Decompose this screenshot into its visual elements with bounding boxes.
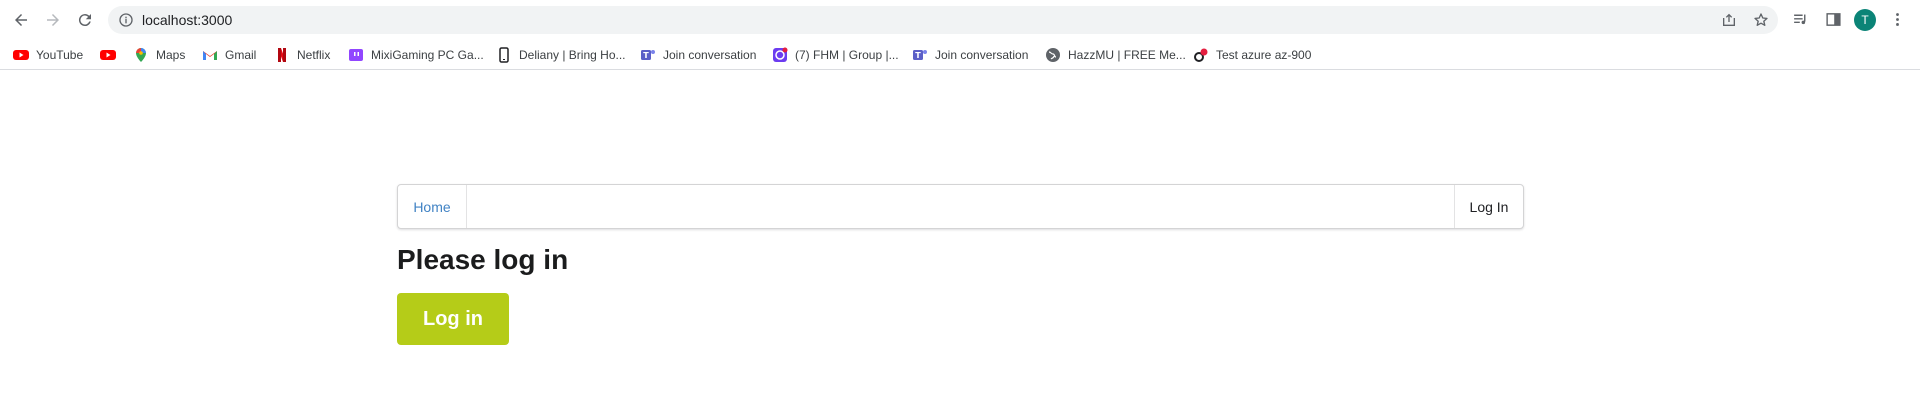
bookmark-fhm-group[interactable]: (7) FHM | Group |... [772, 44, 899, 66]
bookmark-label: HazzMU | FREE Me... [1068, 48, 1186, 62]
info-icon [119, 13, 133, 27]
twitch-icon [348, 47, 364, 63]
bookmark-netflix[interactable]: Netflix [274, 44, 330, 66]
bookmark-label: Join conversation [935, 48, 1029, 62]
bookmark-test-azure[interactable]: Test azure az-900 [1193, 44, 1311, 66]
menu-button[interactable] [1886, 8, 1908, 30]
arrow-left-icon [15, 14, 27, 26]
svg-text:T: T [915, 51, 921, 60]
bookmark-mixigaming[interactable]: MixiGaming PC Ga... [348, 44, 484, 66]
bookmark-label: Join conversation [663, 48, 757, 62]
browser-toolbar: localhost:3000 T [0, 0, 1920, 40]
media-control-button[interactable] [1789, 8, 1811, 30]
share-icon [1723, 13, 1735, 26]
bookmark-label: Deliany | Bring Ho... [519, 48, 626, 62]
bookmark-label: MixiGaming PC Ga... [371, 48, 484, 62]
netflix-icon [274, 47, 290, 63]
svg-text:T: T [643, 51, 649, 60]
login-menu-link[interactable]: Log In [1454, 185, 1523, 228]
page-menu: Home Log In [397, 184, 1524, 229]
phone-icon [496, 47, 512, 63]
bookmark-label: YouTube [36, 48, 84, 62]
bookmark-youtube-2[interactable] [100, 44, 116, 66]
page-title: Please log in [397, 244, 569, 275]
share-button[interactable] [1719, 10, 1739, 30]
bookmark-label: Test azure az-900 [1216, 48, 1312, 62]
side-panel-icon [1825, 12, 1841, 26]
address-bar[interactable]: localhost:3000 [108, 6, 1778, 34]
bookmark-star-button[interactable] [1751, 10, 1771, 30]
url-text: localhost:3000 [142, 12, 233, 28]
bookmark-label: Netflix [297, 48, 331, 62]
gmail-icon [202, 47, 218, 63]
bookmark-hazzmu[interactable]: HazzMU | FREE Me... [1045, 44, 1186, 66]
youtube-icon [100, 47, 116, 63]
side-panel-button[interactable] [1822, 8, 1844, 30]
bookmark-maps[interactable]: Maps [133, 44, 185, 66]
reload-button[interactable] [70, 5, 100, 35]
youtube-icon [13, 47, 29, 63]
bookmarks-bar: YouTube Maps Gmail Netflix MixiGaming PC… [0, 40, 1920, 70]
back-button[interactable] [6, 5, 36, 35]
bookmark-gmail[interactable]: Gmail [202, 44, 256, 66]
forward-button[interactable] [38, 5, 68, 35]
reload-icon [78, 14, 91, 27]
avatar-initial: T [1861, 13, 1869, 27]
maps-pin-icon [133, 47, 149, 63]
bookmark-label: Maps [156, 48, 186, 62]
bookmark-join-conversation[interactable]: T Join conversation [640, 44, 756, 66]
home-link[interactable]: Home [398, 185, 467, 228]
bookmark-join-conversation-2[interactable]: T Join conversation [912, 44, 1028, 66]
profile-avatar[interactable]: T [1854, 9, 1876, 31]
playlist-icon [1793, 14, 1805, 24]
bookmark-label: Gmail [225, 48, 257, 62]
quizlet-icon [1193, 47, 1209, 63]
messenger-icon [772, 47, 788, 63]
bookmark-youtube[interactable]: YouTube [13, 44, 83, 66]
bookmark-label: (7) FHM | Group |... [795, 48, 899, 62]
bookmark-deliany[interactable]: Deliany | Bring Ho... [496, 44, 626, 66]
globe-icon [1045, 47, 1061, 63]
teams-icon: T [640, 47, 656, 63]
star-icon [1754, 13, 1768, 26]
teams-icon: T [912, 47, 928, 63]
arrow-right-icon [47, 14, 59, 26]
login-button[interactable]: Log in [397, 293, 509, 345]
more-vertical-icon [1895, 12, 1899, 26]
